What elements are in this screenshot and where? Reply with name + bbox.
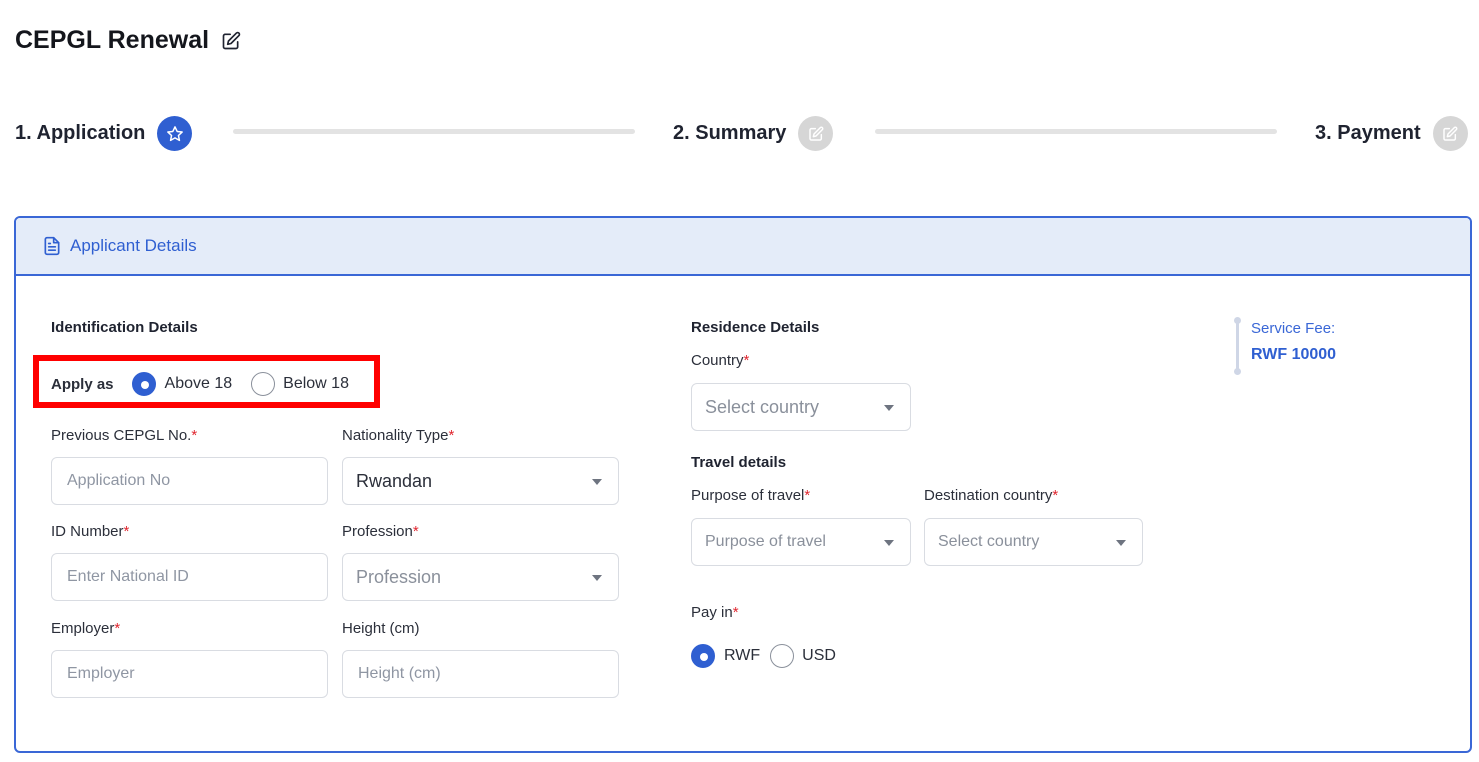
placeholder: Height (cm): [358, 665, 441, 682]
usd-label: USD: [802, 647, 836, 664]
residence-details-title: Residence Details: [691, 319, 820, 336]
purpose-of-travel-label: Purpose of travel*: [691, 487, 811, 504]
step-label: 3. Payment: [1315, 122, 1421, 144]
placeholder: Purpose of travel: [705, 533, 826, 550]
selected-value: Rwandan: [356, 470, 433, 491]
employer-label: Employer*: [51, 620, 121, 637]
highlight-box: [33, 355, 380, 408]
rwf-radio[interactable]: [691, 644, 715, 668]
page-title-text: CEPGL Renewal: [15, 26, 210, 54]
identification-details-title: Identification Details: [51, 319, 198, 336]
step-connector: [875, 129, 1277, 134]
destination-country-select[interactable]: Select country: [924, 518, 1143, 566]
id-number-input[interactable]: Enter National ID: [51, 553, 328, 601]
step-connector: [233, 129, 635, 134]
placeholder: Select country: [705, 396, 820, 417]
chevron-down-icon: [592, 479, 602, 485]
employer-input[interactable]: Employer: [51, 650, 328, 698]
page-title: CEPGL Renewal: [15, 26, 241, 55]
previous-cepgl-input[interactable]: Application No: [51, 457, 328, 505]
placeholder: Application No: [67, 472, 171, 489]
card-header-title: Applicant Details: [70, 236, 197, 255]
star-icon: [157, 116, 193, 151]
id-number-label: ID Number*: [51, 523, 130, 540]
card-header: Applicant Details: [16, 218, 1470, 276]
rwf-label: RWF: [724, 647, 761, 664]
step-application[interactable]: 1. Application: [15, 116, 193, 151]
purpose-of-travel-select[interactable]: Purpose of travel: [691, 518, 911, 566]
placeholder: Select country: [938, 533, 1040, 550]
placeholder: Enter National ID: [67, 568, 189, 585]
destination-country-label: Destination country*: [924, 487, 1059, 504]
placeholder: Profession: [356, 566, 442, 587]
chevron-down-icon: [884, 405, 894, 411]
edit-icon[interactable]: [221, 31, 241, 51]
step-label: 1. Application: [15, 122, 146, 144]
chevron-down-icon: [1116, 540, 1126, 546]
step-payment[interactable]: 3. Payment: [1315, 116, 1468, 151]
placeholder: Employer: [67, 665, 135, 682]
height-input[interactable]: Height (cm): [342, 650, 619, 698]
document-icon: [44, 236, 60, 256]
step-summary[interactable]: 2. Summary: [673, 116, 834, 151]
height-label: Height (cm): [342, 620, 420, 637]
travel-details-title: Travel details: [691, 454, 787, 471]
usd-radio[interactable]: [770, 644, 795, 668]
service-fee-label: Service Fee:: [1251, 320, 1336, 337]
chevron-down-icon: [592, 575, 602, 581]
pay-in-group: RWF USD: [691, 644, 836, 668]
profession-label: Profession*: [342, 523, 419, 540]
step-label: 2. Summary: [673, 122, 787, 144]
chevron-down-icon: [884, 540, 894, 546]
edit-icon: [798, 116, 834, 151]
service-fee-value: RWF 10000: [1251, 346, 1337, 363]
nationality-type-label: Nationality Type*: [342, 427, 455, 444]
country-select[interactable]: Select country: [691, 383, 911, 431]
profession-select[interactable]: Profession: [342, 553, 619, 601]
pay-in-label: Pay in*: [691, 604, 739, 621]
previous-cepgl-label: Previous CEPGL No.*: [51, 427, 198, 444]
country-label: Country*: [691, 352, 750, 369]
fee-divider: [1234, 317, 1241, 375]
edit-icon: [1432, 116, 1468, 151]
nationality-type-select[interactable]: Rwandan: [342, 457, 619, 505]
